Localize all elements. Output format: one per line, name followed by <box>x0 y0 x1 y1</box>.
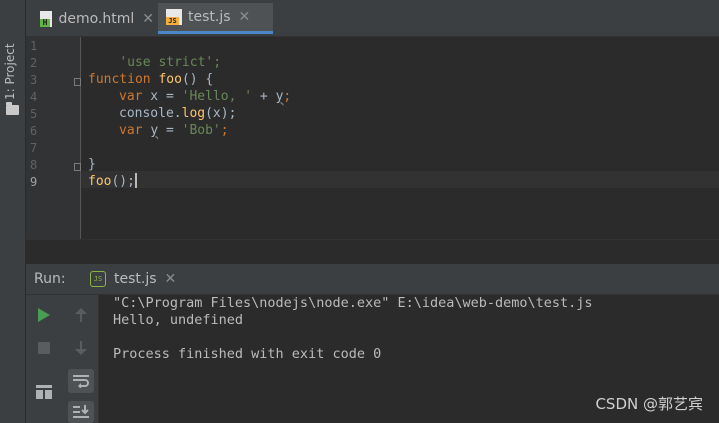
string-literal: 'Bob' <box>181 123 221 138</box>
code-line-4: var x = 'Hello, ' + y; <box>119 88 291 105</box>
line-number: 2 <box>30 56 38 70</box>
line-number: 8 <box>30 158 38 172</box>
semicolon: ; <box>220 123 229 138</box>
warning-variable: y <box>150 123 159 138</box>
line-number: 5 <box>30 107 38 121</box>
fold-marker-icon[interactable] <box>74 163 81 171</box>
stop-icon[interactable] <box>33 337 55 359</box>
run-icon[interactable] <box>33 304 55 326</box>
project-tool-window-tab[interactable]: 1: Project <box>0 8 25 120</box>
line-number: 7 <box>30 141 38 155</box>
code-line-3: function foo() { <box>88 71 213 88</box>
keyword: function <box>88 72 151 87</box>
tab-test-js[interactable]: test.js ✕ <box>158 3 273 34</box>
editor-panel-divider[interactable] <box>26 239 719 265</box>
down-arrow-icon[interactable] <box>70 337 92 359</box>
semicolon: ; <box>283 89 292 104</box>
console-line: Process finished with exit code 0 <box>113 346 382 362</box>
run-label: Run: <box>34 271 66 287</box>
tab-label: test.js <box>188 9 231 25</box>
string-literal: 'use strict'; <box>119 55 222 70</box>
soft-wrap-icon[interactable] <box>68 369 94 393</box>
line-number-current: 9 <box>30 175 38 189</box>
console-line: "C:\Program Files\nodejs\node.exe" E:\id… <box>113 295 593 311</box>
code-line-8: } <box>88 156 96 173</box>
keyword: var <box>119 123 143 138</box>
left-tool-stripe: 1: Project <box>0 0 26 423</box>
fold-marker-icon[interactable] <box>74 78 81 86</box>
code-text: console. <box>119 106 182 121</box>
code-text: = <box>158 123 182 138</box>
code-text: () { <box>181 72 214 87</box>
run-tab-label: test.js <box>114 271 157 287</box>
string-literal: 'Hello, ' <box>181 89 253 104</box>
line-number: 4 <box>30 90 38 104</box>
line-number: 6 <box>30 124 38 138</box>
folder-icon <box>6 102 19 115</box>
scroll-to-end-icon[interactable] <box>68 401 94 423</box>
layout-icon[interactable] <box>33 381 55 403</box>
tab-demo-html[interactable]: demo.html ✕ <box>32 3 154 34</box>
code-line-9: foo(); <box>88 173 137 190</box>
up-arrow-icon[interactable] <box>70 304 92 326</box>
console-line: Hello, undefined <box>113 312 244 328</box>
html-file-icon <box>40 10 53 27</box>
function-name: foo <box>88 174 112 189</box>
run-toolbar <box>26 295 99 423</box>
close-icon[interactable]: ✕ <box>142 11 154 27</box>
code-text: x = <box>142 89 182 104</box>
code-text: (); <box>111 174 135 189</box>
editor-tab-bar: demo.html ✕ test.js ✕ <box>26 0 719 37</box>
text-caret <box>134 173 137 188</box>
nodejs-icon: JS <box>90 271 106 287</box>
code-text: + <box>252 89 276 104</box>
run-tab-test-js[interactable]: JS test.js ✕ <box>90 264 176 294</box>
js-file-icon <box>166 9 182 25</box>
code-text: } <box>88 157 96 172</box>
run-panel-header: Run: JS test.js ✕ <box>26 264 719 295</box>
function-name: foo <box>158 72 182 87</box>
code-lines[interactable]: 'use strict'; function foo() { var x = '… <box>81 37 719 239</box>
watermark: CSDN @郭艺宾 <box>595 395 703 413</box>
tab-label: demo.html <box>58 10 135 27</box>
line-number: 3 <box>30 73 38 87</box>
project-tab-label: 1: Project <box>3 43 17 100</box>
code-line-5: console.log(x); <box>119 105 236 122</box>
line-number: 1 <box>30 39 38 53</box>
keyword: var <box>119 89 143 104</box>
code-line-6: var y = 'Bob'; <box>119 122 229 139</box>
editor-gutter[interactable]: 1 2 3 4 5 6 7 8 9 <box>26 37 81 239</box>
close-icon[interactable]: ✕ <box>165 271 177 287</box>
method-name: log <box>181 106 206 121</box>
code-text: (x); <box>205 106 237 121</box>
close-icon[interactable]: ✕ <box>239 9 251 25</box>
